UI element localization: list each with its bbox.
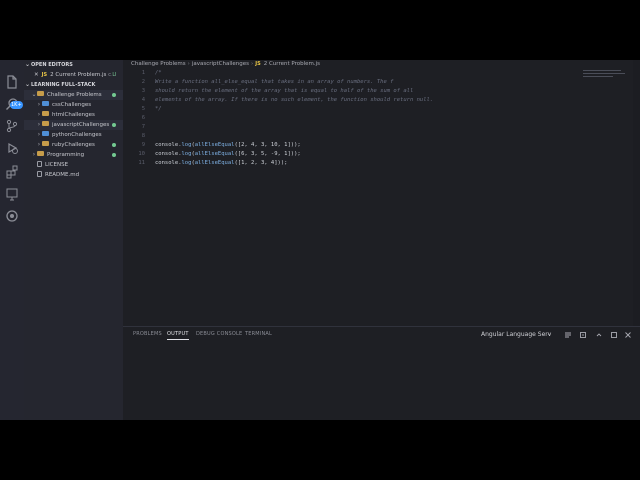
- source-control-icon[interactable]: [4, 118, 20, 134]
- folder-icon: [37, 91, 44, 96]
- modified-dot: [112, 143, 116, 147]
- editor-scrollbar[interactable]: [633, 60, 640, 326]
- code-line: /*: [155, 70, 162, 76]
- tab-output[interactable]: OUTPUT: [167, 327, 189, 341]
- line-number: 5: [141, 106, 145, 112]
- breadcrumb-separator-icon: ›: [187, 61, 190, 67]
- tree-file-license[interactable]: LICENSE: [24, 160, 123, 170]
- bottom-panel: PROBLEMS OUTPUT DEBUG CONSOLE TERMINAL A…: [123, 326, 640, 420]
- line-number: 8: [141, 133, 145, 139]
- file-icon: [37, 160, 42, 167]
- output-channel-select[interactable]: Angular Language Serv ⌄: [481, 330, 553, 339]
- line-number: 2: [141, 79, 145, 85]
- chevron-down-icon: ⌄: [546, 331, 551, 337]
- code-editor[interactable]: Challenge Problems › javascriptChallenges ›…: [123, 60, 640, 326]
- tree-folder-javascript-challenges[interactable]: › javascriptChallenges: [24, 120, 123, 130]
- code-line: elements of the array. If there is no su…: [155, 97, 434, 103]
- code-line: console.log(allElseEqual([2, 4, 3, 10, 1…: [155, 142, 301, 148]
- info-file-icon: [37, 170, 42, 177]
- tab-problems[interactable]: PROBLEMS: [133, 327, 162, 341]
- line-number: 10: [138, 151, 145, 157]
- explorer-icon[interactable]: [4, 74, 20, 90]
- js-file-icon: JS: [255, 61, 261, 67]
- tree-folder-html-challenges[interactable]: › htmlChallenges: [24, 110, 123, 120]
- js-file-icon: JS: [41, 72, 48, 78]
- vscode-window: 1K+ ⌄OPEN EDITORS ✕ JS 2 Current Problem.j…: [0, 60, 640, 420]
- code-line: console.log(allElseEqual([6, 3, 5, -9, 1…: [155, 151, 301, 157]
- tree-file-readme[interactable]: README.md: [24, 170, 123, 180]
- chevron-down-icon: ⌄: [24, 61, 31, 68]
- breadcrumb-item[interactable]: Challenge Problems: [131, 61, 186, 67]
- modified-dot: [112, 123, 116, 127]
- line-number: 7: [141, 124, 145, 130]
- untracked-badge: U: [112, 72, 116, 78]
- tree-folder-programming[interactable]: › Programming: [24, 150, 123, 160]
- folder-icon: [42, 121, 49, 126]
- line-number: 11: [138, 160, 145, 166]
- code-line: should return the element of the array t…: [155, 88, 414, 94]
- code-line: Write a function all_else_equal that tak…: [155, 79, 394, 85]
- folder-icon: [42, 101, 49, 106]
- code-line: console.log(allElseEqual([1, 2, 3, 4]));: [155, 160, 288, 166]
- activity-bar: 1K+: [0, 60, 24, 420]
- explorer-sidebar: ⌄OPEN EDITORS ✕ JS 2 Current Problem.js c.…: [24, 60, 123, 420]
- minimap[interactable]: [583, 70, 627, 82]
- line-number: 1: [141, 70, 145, 76]
- open-editor-item[interactable]: ✕ JS 2 Current Problem.js c... U: [24, 70, 123, 80]
- breadcrumb-separator-icon: ›: [251, 61, 254, 67]
- line-number: 6: [141, 115, 145, 121]
- code-line: */: [155, 106, 162, 112]
- breadcrumb-item[interactable]: 2 Current Problem.js: [264, 61, 320, 67]
- tree-folder-ruby-challenges[interactable]: › rubyChallenges: [24, 140, 123, 150]
- breadcrumb: Challenge Problems › javascriptChallenges ›…: [131, 60, 320, 68]
- live-share-icon[interactable]: [4, 208, 20, 224]
- source-control-badge: 1K+: [10, 101, 23, 109]
- modified-dot: [112, 93, 116, 97]
- line-number: 4: [141, 97, 145, 103]
- folder-icon: [42, 111, 49, 116]
- maximize-panel-icon[interactable]: [595, 331, 603, 339]
- modified-dot: [112, 153, 116, 157]
- run-debug-icon[interactable]: [4, 140, 20, 156]
- maximize-panel-square-icon[interactable]: [610, 331, 618, 339]
- tab-debug-console[interactable]: DEBUG CONSOLE: [196, 327, 242, 341]
- open-editors-header[interactable]: ⌄OPEN EDITORS: [24, 60, 123, 70]
- close-icon[interactable]: ✕: [34, 72, 39, 78]
- extensions-icon[interactable]: [4, 164, 20, 180]
- clear-output-icon[interactable]: [564, 331, 572, 339]
- tree-folder-challenge-problems[interactable]: ⌄ Challenge Problems: [24, 90, 123, 100]
- breadcrumb-item[interactable]: javascriptChallenges: [192, 61, 249, 67]
- line-number: 3: [141, 88, 145, 94]
- close-panel-icon[interactable]: [624, 331, 632, 339]
- lock-scroll-icon[interactable]: [579, 331, 587, 339]
- folder-icon: [42, 141, 49, 146]
- folder-icon: [42, 131, 49, 136]
- line-number: 9: [141, 142, 145, 148]
- folder-icon: [37, 151, 44, 156]
- tree-folder-python-challenges[interactable]: › pythonChallenges: [24, 130, 123, 140]
- workspace-header[interactable]: ⌄LEARNING FULL-STACK: [24, 80, 123, 90]
- tree-folder-css-challenges[interactable]: › cssChallenges: [24, 100, 123, 110]
- chevron-down-icon: ⌄: [24, 81, 31, 88]
- open-editor-filename: 2 Current Problem.js: [50, 72, 107, 78]
- tab-terminal[interactable]: TERMINAL: [245, 327, 272, 341]
- remote-explorer-icon[interactable]: [4, 186, 20, 202]
